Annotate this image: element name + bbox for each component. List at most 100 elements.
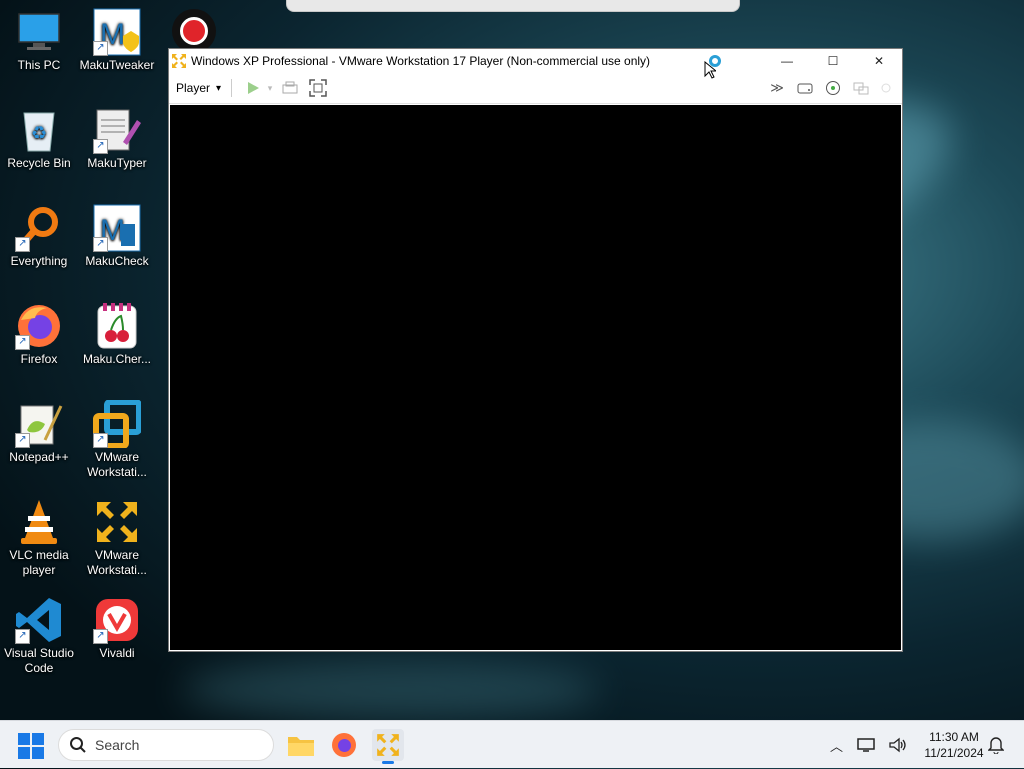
play-icon <box>248 82 260 94</box>
desktop-icon-firefox[interactable]: ↗ Firefox <box>0 302 78 367</box>
makutyper-icon: ↗ <box>93 106 141 154</box>
taskbar-firefox[interactable] <box>328 729 360 761</box>
window-title-bar[interactable]: Windows XP Professional - VMware Worksta… <box>169 49 902 79</box>
player-menu[interactable]: Player ▾ <box>176 81 221 95</box>
svg-text:♻: ♻ <box>31 123 47 143</box>
bell-icon <box>988 737 1004 754</box>
desktop-icon-vscode[interactable]: ↗ Visual Studio Code <box>0 596 78 676</box>
usb-device-icon[interactable] <box>878 76 894 100</box>
window-title: Windows XP Professional - VMware Worksta… <box>191 54 651 68</box>
desktop-icon-makutweaker[interactable]: M ↗ MakuTweaker <box>78 8 156 73</box>
notepadpp-icon: ↗ <box>15 400 63 448</box>
record-icon <box>180 17 208 45</box>
power-on-button[interactable] <box>242 76 264 100</box>
notifications-button[interactable] <box>988 721 1004 769</box>
desktop-icon-this-pc[interactable]: This PC <box>0 8 78 73</box>
desktop-icon-vlc[interactable]: VLC media player <box>0 498 78 578</box>
clock-date: 11/21/2024 <box>924 746 984 760</box>
desktop-icon-vmware-player[interactable]: VMware Workstati... <box>78 498 156 578</box>
vmware-player-icon <box>377 734 399 756</box>
shortcut-arrow-icon: ↗ <box>15 335 30 350</box>
vivaldi-icon: ↗ <box>93 596 141 644</box>
vmware-player-window[interactable]: Windows XP Professional - VMware Worksta… <box>168 48 903 652</box>
desktop-icon-label: MakuCheck <box>85 254 149 268</box>
shortcut-arrow-icon: ↗ <box>93 237 108 252</box>
search-icon <box>70 737 86 753</box>
shortcut-arrow-icon: ↗ <box>15 237 30 252</box>
desktop-icon-label: Everything <box>10 254 68 268</box>
monitor-icon <box>15 8 63 56</box>
more-devices-icon[interactable]: ≫ <box>766 76 788 100</box>
vlc-cone-icon <box>15 498 63 546</box>
show-hidden-icons-chevron-icon[interactable]: ︿ <box>830 736 843 755</box>
taskbar: Search ︿ 11:30 AM 11/21/2024 <box>0 720 1024 768</box>
desktop-icon-everything[interactable]: ↗ Everything <box>0 204 78 269</box>
shortcut-arrow-icon: ↗ <box>93 41 108 56</box>
player-menu-label: Player <box>176 81 211 95</box>
taskbar-file-explorer[interactable] <box>285 729 317 761</box>
desktop-icon-label: Notepad++ <box>9 450 69 464</box>
recycle-bin-icon: ♻ <box>15 106 63 154</box>
player-toolbar: Player ▾ ▾ ≫ <box>169 73 902 104</box>
desktop-icon-label: Vivaldi <box>99 646 135 660</box>
toolbar-divider <box>231 79 233 97</box>
desktop-icon-notepadpp[interactable]: ↗ Notepad++ <box>0 400 78 465</box>
shortcut-arrow-icon: ↗ <box>93 433 108 448</box>
screen-capture-bar <box>286 0 740 12</box>
desktop-icon-label: This PC <box>17 58 61 72</box>
clock-time: 11:30 AM <box>929 730 979 744</box>
desktop-icon-maku-cherry[interactable]: Maku.Cher... <box>78 302 156 367</box>
vmware-logo-icon <box>172 54 186 68</box>
volume-icon[interactable] <box>889 737 907 753</box>
active-indicator <box>382 761 394 764</box>
send-ctrl-alt-del-button[interactable] <box>276 76 304 100</box>
shortcut-arrow-icon: ↗ <box>15 433 30 448</box>
desktop-icon-makucheck[interactable]: M ↗ MakuCheck <box>78 204 156 269</box>
desktop-icon-label: Maku.Cher... <box>82 352 152 366</box>
fullscreen-button[interactable] <box>304 76 332 100</box>
vm-display[interactable] <box>170 105 901 650</box>
vmware-player-icon <box>93 498 141 546</box>
cherry-icon <box>93 302 141 350</box>
network-icon[interactable] <box>857 737 875 753</box>
taskbar-search[interactable]: Search <box>58 729 274 761</box>
maximize-button[interactable]: ☐ <box>810 49 856 73</box>
desktop-icon-label: MakuTweaker <box>79 58 155 72</box>
makutweaker-icon: M ↗ <box>93 8 141 56</box>
cd-drive-icon[interactable] <box>822 76 844 100</box>
desktop-icon-recycle-bin[interactable]: ♻ Recycle Bin <box>0 106 78 171</box>
makucheck-icon: M ↗ <box>93 204 141 252</box>
firefox-icon: ↗ <box>15 302 63 350</box>
search-placeholder: Search <box>95 737 140 753</box>
hard-disk-icon[interactable] <box>794 76 816 100</box>
desktop-icon-vmware-workstation[interactable]: ↗ VMware Workstati... <box>78 400 156 480</box>
minimize-button[interactable]: — <box>764 49 810 73</box>
taskbar-vmware-player[interactable] <box>372 729 404 764</box>
windows-logo-icon <box>18 733 30 745</box>
firefox-icon <box>332 733 356 757</box>
desktop-icon-label: MakuTyper <box>87 156 147 170</box>
close-button[interactable]: ✕ <box>856 49 902 73</box>
desktop-icon-label: Firefox <box>20 352 58 366</box>
power-dropdown-icon[interactable]: ▾ <box>264 76 276 100</box>
desktop-icon-makutyper[interactable]: ↗ MakuTyper <box>78 106 156 171</box>
shortcut-arrow-icon: ↗ <box>15 629 30 644</box>
start-button[interactable] <box>18 733 44 759</box>
desktop-icon-label: Recycle Bin <box>7 156 71 170</box>
magnifier-icon: ↗ <box>15 204 63 252</box>
desktop-icon-label: VMware Workstati... <box>87 548 147 577</box>
taskbar-clock[interactable]: 11:30 AM 11/21/2024 <box>912 729 996 761</box>
desktop-icon-label: Visual Studio Code <box>4 646 74 675</box>
network-adapter-icon[interactable] <box>850 76 872 100</box>
desktop-icon-label: VLC media player <box>9 548 69 577</box>
fullscreen-icon <box>309 79 327 97</box>
shortcut-arrow-icon: ↗ <box>93 139 108 154</box>
vmware-workstation-icon: ↗ <box>93 400 141 448</box>
vscode-icon: ↗ <box>15 596 63 644</box>
shortcut-arrow-icon: ↗ <box>93 629 108 644</box>
desktop-icon-vivaldi[interactable]: ↗ Vivaldi <box>78 596 156 661</box>
ctrl-alt-del-icon <box>282 81 298 94</box>
folder-icon <box>288 737 314 756</box>
chevron-down-icon: ▾ <box>216 82 222 94</box>
record-button[interactable] <box>172 9 216 53</box>
